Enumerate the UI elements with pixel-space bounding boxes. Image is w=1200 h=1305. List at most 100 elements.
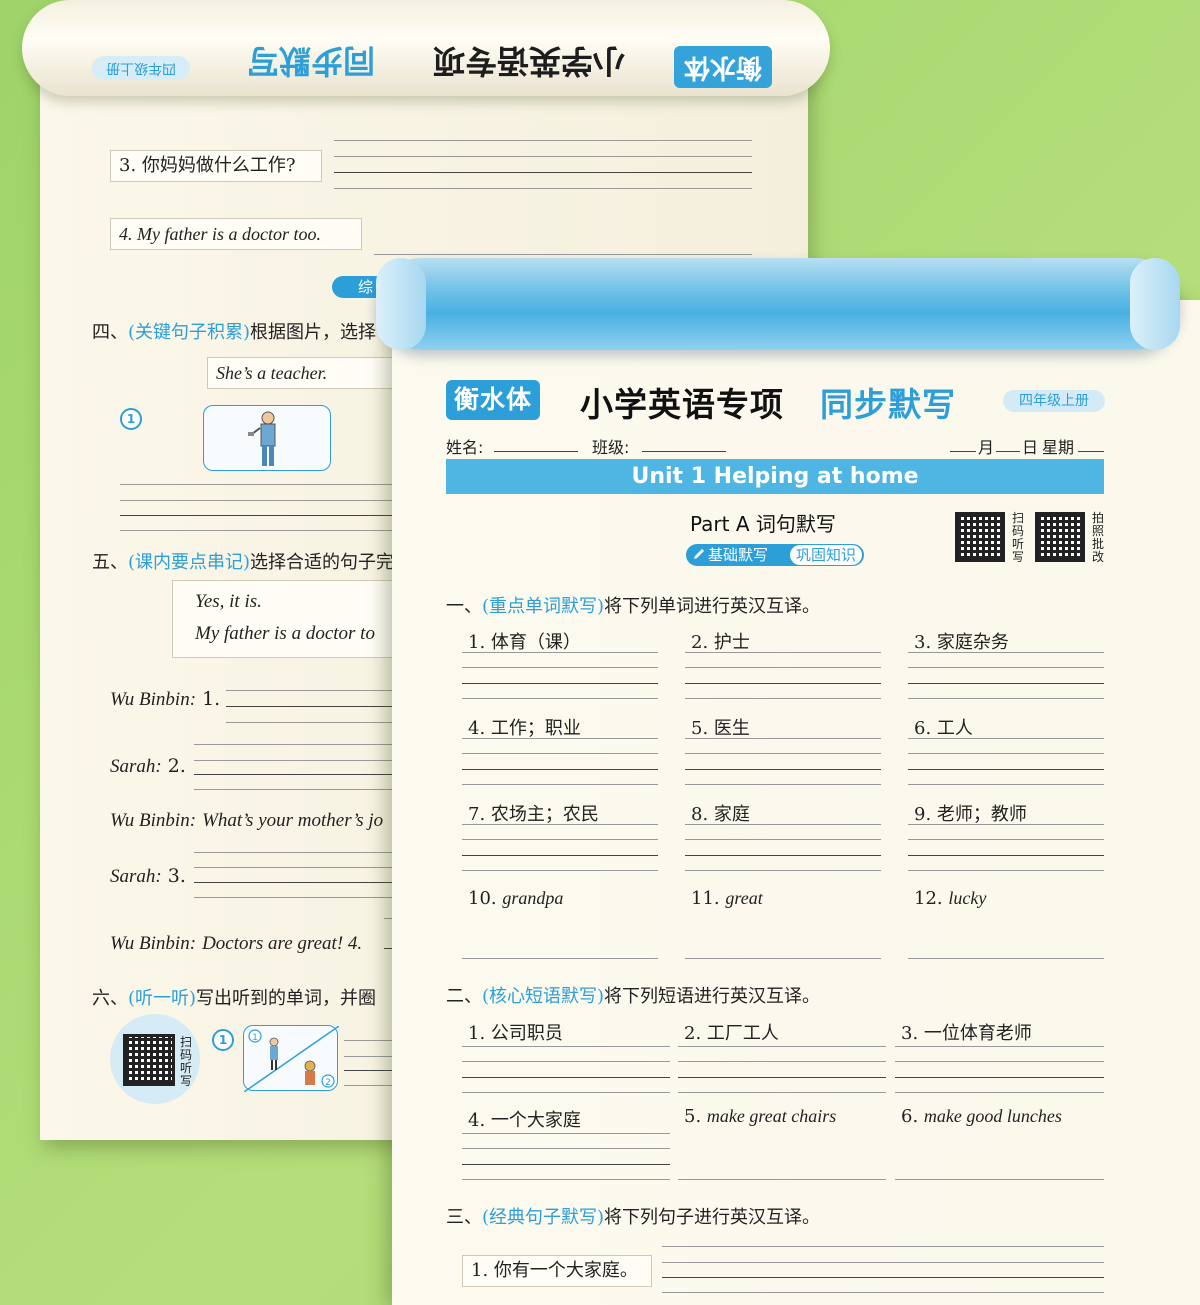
answer-line[interactable] [120, 515, 392, 516]
class-input-line[interactable] [642, 451, 726, 452]
answer-line[interactable] [194, 867, 392, 868]
answer-line[interactable] [462, 1077, 670, 1078]
answer-line[interactable] [344, 1056, 392, 1057]
grading-qr-code[interactable] [1035, 512, 1085, 562]
answer-line[interactable] [194, 774, 392, 775]
answer-line[interactable] [462, 652, 658, 653]
answer-line[interactable] [384, 918, 392, 919]
answer-line[interactable] [685, 652, 881, 653]
answer-line[interactable] [462, 1164, 670, 1165]
answer-line[interactable] [908, 667, 1104, 668]
answer-line[interactable] [344, 1040, 392, 1041]
answer-line[interactable] [462, 1179, 670, 1180]
answer-line[interactable] [462, 683, 658, 684]
answer-line[interactable] [685, 753, 881, 754]
answer-line[interactable] [908, 683, 1104, 684]
answer-line[interactable] [685, 698, 881, 699]
back-question-4: 4. My father is a doctor too. [110, 218, 362, 250]
answer-line[interactable] [895, 1061, 1104, 1062]
answer-line[interactable] [462, 769, 658, 770]
answer-line[interactable] [662, 1246, 1104, 1247]
listening-qr-code[interactable] [123, 1034, 175, 1086]
answer-line[interactable] [462, 698, 658, 699]
answer-line[interactable] [908, 769, 1104, 770]
answer-line[interactable] [194, 882, 392, 883]
answer-line[interactable] [226, 690, 392, 691]
answer-line[interactable] [334, 188, 752, 189]
answer-line[interactable] [685, 958, 881, 959]
answer-line[interactable] [120, 530, 392, 531]
answer-line[interactable] [685, 784, 881, 785]
answer-line[interactable] [685, 683, 881, 684]
answer-line[interactable] [334, 140, 752, 141]
answer-line[interactable] [374, 254, 752, 255]
answer-line[interactable] [462, 855, 658, 856]
answer-line[interactable] [685, 769, 881, 770]
name-input-line[interactable] [494, 451, 578, 452]
answer-line[interactable] [462, 784, 658, 785]
answer-line[interactable] [685, 824, 881, 825]
answer-line[interactable] [226, 722, 392, 723]
answer-line[interactable] [462, 1046, 670, 1047]
answer-line[interactable] [685, 855, 881, 856]
answer-line[interactable] [908, 738, 1104, 739]
answer-line[interactable] [678, 1179, 886, 1180]
answer-line[interactable] [908, 753, 1104, 754]
answer-line[interactable] [462, 839, 658, 840]
answer-line[interactable] [662, 1262, 1104, 1263]
answer-line[interactable] [334, 172, 752, 173]
answer-line[interactable] [462, 870, 658, 871]
answer-line[interactable] [685, 667, 881, 668]
answer-line[interactable] [194, 744, 392, 745]
answer-line[interactable] [908, 855, 1104, 856]
answer-line[interactable] [344, 1085, 392, 1086]
answer-line[interactable] [194, 852, 392, 853]
answer-line[interactable] [462, 958, 658, 959]
answer-line[interactable] [194, 760, 392, 761]
answer-line[interactable] [462, 1061, 670, 1062]
answer-line[interactable] [685, 738, 881, 739]
answer-line[interactable] [678, 1077, 886, 1078]
answer-line[interactable] [908, 698, 1104, 699]
answer-line[interactable] [895, 1179, 1104, 1180]
answer-line[interactable] [334, 156, 752, 157]
answer-line[interactable] [895, 1046, 1104, 1047]
answer-line[interactable] [908, 784, 1104, 785]
listen-qr-code[interactable] [955, 512, 1005, 562]
answer-line[interactable] [384, 948, 392, 949]
answer-line[interactable] [120, 500, 392, 501]
weekday-input-line[interactable] [1078, 451, 1104, 452]
answer-line[interactable] [462, 824, 658, 825]
answer-line[interactable] [908, 958, 1104, 959]
answer-line[interactable] [908, 839, 1104, 840]
answer-line[interactable] [678, 1092, 886, 1093]
answer-line[interactable] [462, 753, 658, 754]
answer-line[interactable] [194, 789, 392, 790]
answer-line[interactable] [685, 839, 881, 840]
weekday-label: 星期 [1042, 438, 1075, 457]
dialog-line: Sarah: 3. [110, 865, 186, 887]
answer-line[interactable] [462, 1148, 670, 1149]
answer-line[interactable] [662, 1292, 1104, 1293]
answer-line[interactable] [908, 824, 1104, 825]
sentence-1: 1. 你有一个大家庭。 [462, 1255, 652, 1287]
answer-line[interactable] [194, 897, 392, 898]
answer-line[interactable] [226, 706, 392, 707]
month-input-line[interactable] [950, 451, 976, 452]
answer-line[interactable] [462, 1092, 670, 1093]
day-input-line[interactable] [996, 451, 1020, 452]
word-item-english: 10. grandpa [468, 888, 564, 909]
answer-line[interactable] [895, 1092, 1104, 1093]
answer-line[interactable] [462, 667, 658, 668]
answer-line[interactable] [678, 1061, 886, 1062]
answer-line[interactable] [344, 1070, 392, 1071]
answer-line[interactable] [908, 870, 1104, 871]
answer-line[interactable] [908, 652, 1104, 653]
answer-line[interactable] [895, 1077, 1104, 1078]
answer-line[interactable] [462, 1133, 670, 1134]
answer-line[interactable] [678, 1046, 886, 1047]
answer-line[interactable] [685, 870, 881, 871]
answer-line[interactable] [662, 1277, 1104, 1278]
answer-line[interactable] [120, 484, 392, 485]
answer-line[interactable] [462, 738, 658, 739]
